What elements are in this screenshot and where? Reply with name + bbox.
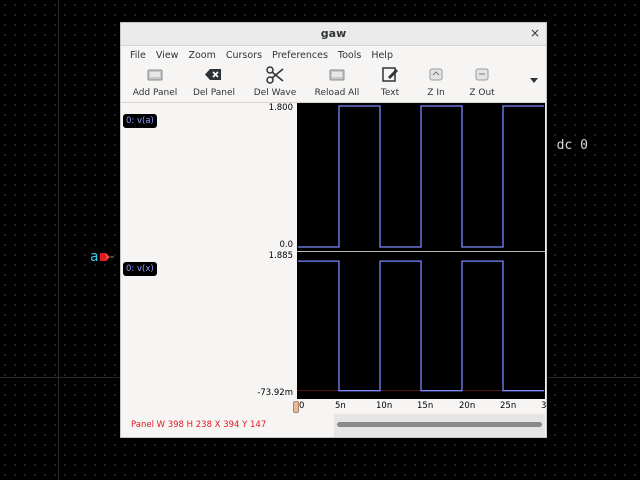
text-button[interactable]: Text — [375, 64, 405, 102]
reload-all-button[interactable]: Reload All — [311, 64, 363, 102]
reload-icon — [329, 69, 345, 81]
port-label: a — [90, 249, 99, 265]
x-tick-label: 0 — [299, 401, 305, 411]
toolbar: Add Panel Del Panel Del Wave Reload All … — [121, 64, 546, 103]
menu-zoom[interactable]: Zoom — [183, 50, 220, 61]
window-title: gaw — [320, 27, 347, 40]
menu-cursors[interactable]: Cursors — [221, 50, 267, 61]
panel-2-wave-svg — [297, 260, 545, 392]
x-tick-label: 5n — [335, 401, 346, 411]
wave-panel-1: 0: v(a) 1.800 0.0 — [122, 103, 545, 251]
x-tick-label: 20n — [459, 401, 476, 411]
zoom-in-button[interactable]: Z In — [421, 64, 451, 102]
panel-1-wave-svg — [298, 105, 544, 248]
horizontal-scrollbar[interactable] — [334, 414, 545, 437]
title-bar[interactable]: gaw × — [121, 23, 546, 46]
x-tick-label: 10n — [376, 401, 393, 411]
panel-2-y-min: -73.92m — [257, 388, 293, 398]
waveform-line-1 — [298, 105, 544, 248]
status-area: Panel W 398 H 238 X 394 Y 147 — [122, 414, 545, 437]
backspace-icon — [205, 69, 221, 80]
status-text: Panel W 398 H 238 X 394 Y 147 — [131, 420, 267, 430]
del-panel-button[interactable]: Del Panel — [191, 64, 237, 102]
zoom-out-button[interactable]: Z Out — [467, 64, 497, 102]
wave-panel-2: 0: v(x) 1.885 -73.92m — [122, 251, 545, 399]
schematic-guide-vertical — [58, 0, 59, 480]
port-arrow-icon — [100, 253, 114, 261]
wave-button-vx[interactable]: 0: v(x) — [123, 262, 157, 276]
menu-bar: File View Zoom Cursors Preferences Tools… — [121, 46, 546, 64]
panel-1-y-max: 1.800 — [268, 103, 293, 113]
zoom-out-icon — [475, 68, 489, 81]
del-wave-button[interactable]: Del Wave — [251, 64, 299, 102]
menu-help[interactable]: Help — [366, 50, 398, 61]
toolbar-overflow-chevron-down-icon[interactable] — [530, 78, 538, 83]
waveform-line-2 — [298, 260, 544, 392]
close-icon[interactable]: × — [530, 26, 540, 40]
x-tick-label: 3 — [541, 401, 547, 411]
panel-1-label-column: 0: v(a) 1.800 0.0 — [122, 103, 297, 251]
x-tick-label: 15n — [417, 401, 434, 411]
panel-2-label-column: 0: v(x) 1.885 -73.92m — [122, 251, 297, 399]
panel-2-plot-area[interactable] — [297, 251, 545, 399]
scrollbar-thumb[interactable] — [337, 422, 542, 427]
menu-view[interactable]: View — [151, 50, 184, 61]
gaw-window: gaw × File View Zoom Cursors Preferences… — [120, 22, 547, 438]
panel-1-plot-area[interactable] — [297, 103, 545, 251]
scissors-icon — [266, 66, 284, 84]
wave-button-va[interactable]: 0: v(a) — [123, 114, 157, 128]
menu-file[interactable]: File — [125, 50, 151, 61]
add-panel-icon — [147, 69, 163, 81]
menu-tools[interactable]: Tools — [333, 50, 366, 61]
panel-1-y-min: 0.0 — [279, 240, 293, 250]
add-panel-button[interactable]: Add Panel — [127, 64, 183, 102]
x-axis: 0 5n 10n 15n 20n 25n 3 — [122, 399, 547, 414]
netlist-text: ) dc 0 — [541, 138, 588, 153]
edit-text-icon — [382, 67, 398, 82]
zoom-in-icon — [429, 68, 443, 81]
menu-preferences[interactable]: Preferences — [267, 50, 333, 61]
panel-2-y-max: 1.885 — [268, 251, 293, 261]
x-tick-label: 25n — [500, 401, 517, 411]
